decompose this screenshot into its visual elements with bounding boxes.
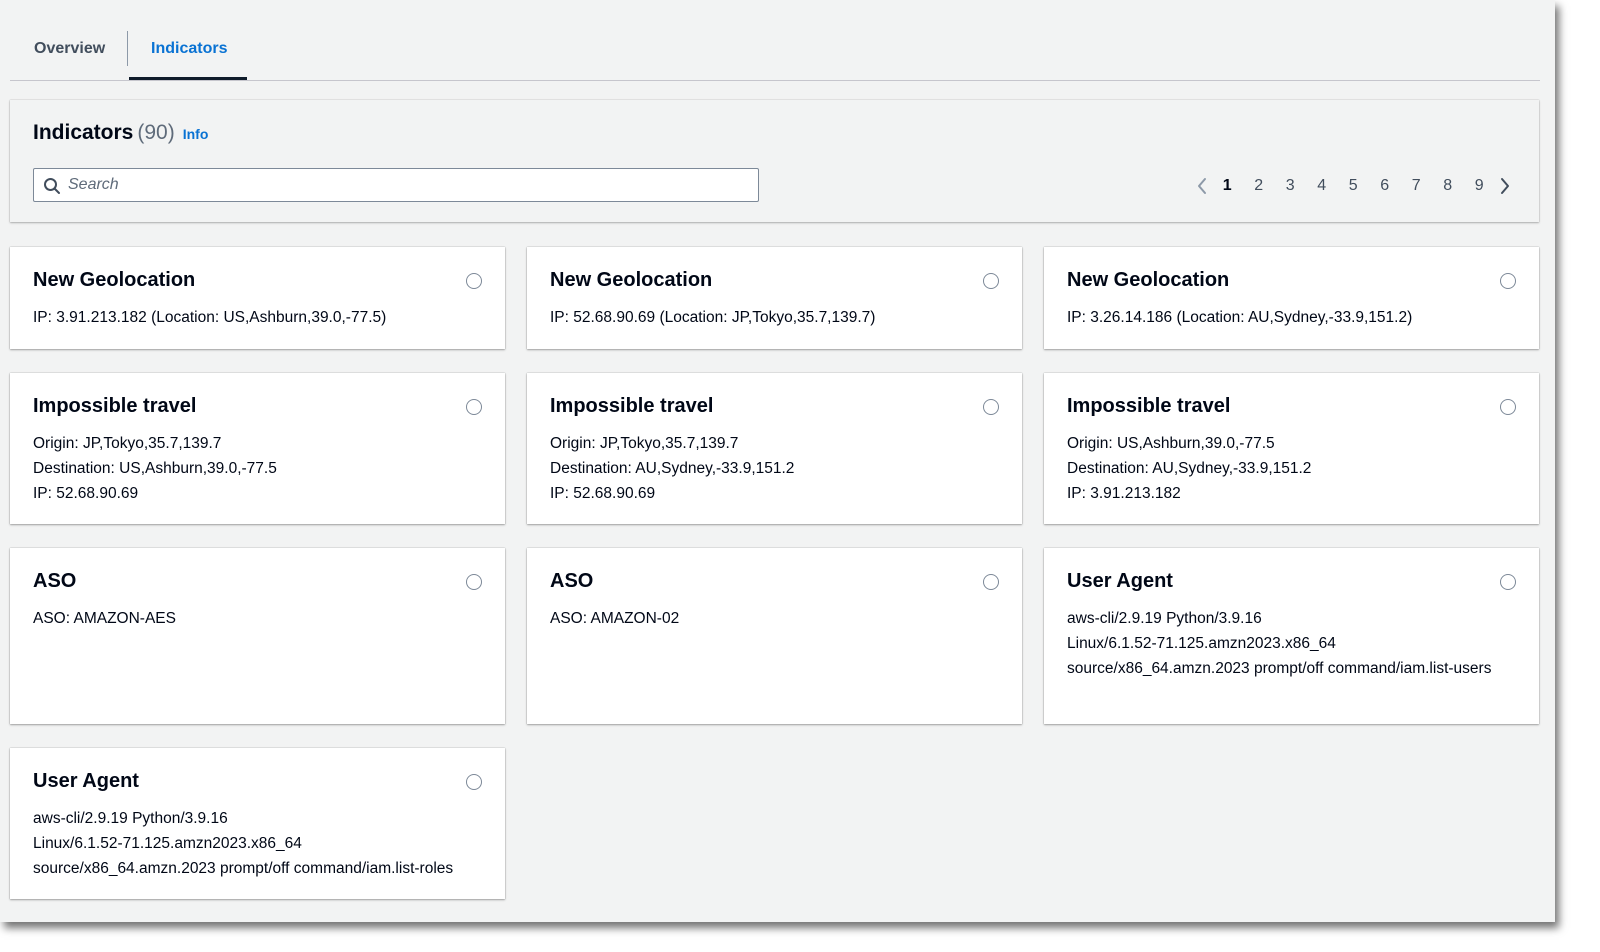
select-radio[interactable] [466,574,482,590]
select-radio[interactable] [983,574,999,590]
card-body: Origin: JP,Tokyo,35.7,139.7 Destination:… [550,431,984,506]
select-radio[interactable] [466,774,482,790]
card-body: ASO: AMAZON-AES [33,606,467,631]
page-4[interactable]: 4 [1306,177,1338,195]
select-radio[interactable] [1500,574,1516,590]
card-detail: IP: 52.68.90.69 (Location: JP,Tokyo,35.7… [550,309,876,326]
card-detail-destination: Destination: AU,Sydney,-33.9,151.2 [550,460,795,477]
card-detail: aws-cli/2.9.19 Python/3.9.16 [1067,610,1262,627]
tab-overview[interactable]: Overview [34,24,105,76]
app-frame: Overview Indicators Indicators(90)Info 1… [0,0,1555,922]
indicator-card-impossible-travel-2[interactable]: Impossible travel Origin: JP,Tokyo,35.7,… [527,373,1022,524]
card-detail-destination: Destination: AU,Sydney,-33.9,151.2 [1067,460,1312,477]
card-detail-destination: Destination: US,Ashburn,39.0,-77.5 [33,460,277,477]
previous-page-button[interactable] [1192,174,1212,198]
card-title: Impossible travel [1067,395,1231,417]
tab-divider [127,31,128,66]
page-1[interactable]: 1 [1212,177,1244,195]
search-icon [44,178,60,194]
indicator-card-aso-1[interactable]: ASO ASO: AMAZON-AES [10,548,505,724]
info-link[interactable]: Info [183,126,209,142]
card-title: New Geolocation [33,269,196,291]
card-detail: ASO: AMAZON-02 [550,610,680,627]
card-title: ASO [550,570,594,592]
indicator-card-impossible-travel-3[interactable]: Impossible travel Origin: US,Ashburn,39.… [1044,373,1539,524]
card-detail-ip: IP: 52.68.90.69 [33,485,139,502]
indicator-card-user-agent-2[interactable]: User Agent aws-cli/2.9.19 Python/3.9.16 … [10,748,505,899]
indicator-card-user-agent-1[interactable]: User Agent aws-cli/2.9.19 Python/3.9.16 … [1044,548,1539,724]
tab-bar: Overview Indicators [10,24,1540,81]
card-body: Origin: US,Ashburn,39.0,-77.5 Destinatio… [1067,431,1501,506]
card-title: New Geolocation [1067,269,1230,291]
select-radio[interactable] [1500,273,1516,289]
card-title: Impossible travel [550,395,714,417]
card-detail: IP: 3.91.213.182 (Location: US,Ashburn,3… [33,309,387,326]
select-radio[interactable] [983,273,999,289]
card-title: New Geolocation [550,269,713,291]
page-2[interactable]: 2 [1243,177,1275,195]
search-input[interactable] [68,169,748,201]
card-detail-origin: Origin: US,Ashburn,39.0,-77.5 [1067,435,1275,452]
card-detail-origin: Origin: JP,Tokyo,35.7,139.7 [550,435,739,452]
card-detail: source/x86_64.amzn.2023 prompt/off comma… [33,860,454,877]
card-title: Impossible travel [33,395,197,417]
card-detail-origin: Origin: JP,Tokyo,35.7,139.7 [33,435,222,452]
indicators-header: Indicators(90) Info 1 2 3 4 5 6 7 8 9 [10,100,1539,222]
indicator-card-new-geolocation-2[interactable]: New Geolocation IP: 52.68.90.69 (Locatio… [527,247,1022,349]
card-body: Origin: JP,Tokyo,35.7,139.7 Destination:… [33,431,467,506]
tab-indicators[interactable]: Indicators [151,24,227,76]
indicator-card-impossible-travel-1[interactable]: Impossible travel Origin: JP,Tokyo,35.7,… [10,373,505,524]
card-body: aws-cli/2.9.19 Python/3.9.16 Linux/6.1.5… [1067,606,1501,681]
active-tab-indicator [129,77,247,80]
card-detail: aws-cli/2.9.19 Python/3.9.16 [33,810,228,827]
page-title-text: Indicators [33,121,134,144]
indicator-count: (90) [137,121,175,144]
select-radio[interactable] [466,273,482,289]
card-detail: Linux/6.1.52-71.125.amzn2023.x86_64 [33,835,302,852]
page-6[interactable]: 6 [1369,177,1401,195]
pagination: 1 2 3 4 5 6 7 8 9 [1192,174,1516,198]
card-detail-ip: IP: 3.91.213.182 [1067,485,1181,502]
page-7[interactable]: 7 [1401,177,1433,195]
next-page-button[interactable] [1495,174,1515,198]
card-body: IP: 3.26.14.186 (Location: AU,Sydney,-33… [1067,305,1501,330]
search-box[interactable] [33,168,759,202]
card-detail: ASO: AMAZON-AES [33,610,176,627]
page-title: Indicators (90) Info [33,121,208,145]
card-detail: Linux/6.1.52-71.125.amzn2023.x86_64 [1067,635,1336,652]
card-title: ASO [33,570,77,592]
select-radio[interactable] [1500,399,1516,415]
select-radio[interactable] [466,399,482,415]
card-body: ASO: AMAZON-02 [550,606,984,631]
indicator-card-aso-2[interactable]: ASO ASO: AMAZON-02 [527,548,1022,724]
card-detail: source/x86_64.amzn.2023 prompt/off comma… [1067,660,1492,677]
indicator-card-new-geolocation-3[interactable]: New Geolocation IP: 3.26.14.186 (Locatio… [1044,247,1539,349]
card-body: IP: 3.91.213.182 (Location: US,Ashburn,3… [33,305,467,330]
page-3[interactable]: 3 [1275,177,1307,195]
card-detail-ip: IP: 52.68.90.69 [550,485,656,502]
indicator-card-new-geolocation-1[interactable]: New Geolocation IP: 3.91.213.182 (Locati… [10,247,505,349]
page-8[interactable]: 8 [1432,177,1464,195]
card-title: User Agent [1067,570,1173,592]
card-body: aws-cli/2.9.19 Python/3.9.16 Linux/6.1.5… [33,806,495,881]
page-5[interactable]: 5 [1338,177,1370,195]
chevron-right-icon [1501,178,1509,194]
chevron-left-icon [1197,178,1206,194]
card-title: User Agent [33,770,139,792]
select-radio[interactable] [983,399,999,415]
card-detail: IP: 3.26.14.186 (Location: AU,Sydney,-33… [1067,309,1413,326]
page-9[interactable]: 9 [1464,177,1496,195]
card-body: IP: 52.68.90.69 (Location: JP,Tokyo,35.7… [550,305,984,330]
